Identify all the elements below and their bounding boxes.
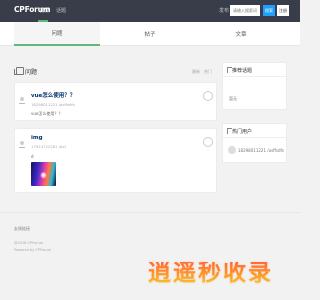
recommended-topics-header: 推荐话题 — [223, 63, 286, 77]
hot-user-name[interactable]: 18298011221 /asffsdfs — [238, 148, 284, 153]
hot-users-header: 热门用户 — [223, 124, 286, 138]
search-input[interactable] — [230, 5, 260, 16]
nav-link-publish[interactable]: 发布 — [219, 7, 229, 14]
like-circle-icon[interactable] — [203, 91, 213, 101]
footer-divider — [0, 212, 300, 213]
post-image-thumbnail[interactable] — [31, 162, 56, 186]
section-header: 问题 最新 热门 — [14, 62, 217, 80]
recommended-topics-empty: 暂无 — [229, 96, 237, 101]
post-excerpt: vue怎么使用？？ — [31, 111, 63, 116]
hot-users-card: 热门用户 18298011221 /asffsdfs — [222, 123, 287, 163]
sort-latest-link[interactable]: 最新 — [192, 69, 200, 75]
author-avatar-underline — [19, 147, 25, 148]
post-excerpt: d — [31, 154, 34, 159]
top-navbar: CPForum 发现 话题 发布 搜索 注册 — [0, 0, 300, 22]
recommended-topics-title: 推荐话题 — [232, 68, 253, 74]
author-avatar-underline — [19, 103, 25, 104]
like-circle-icon[interactable] — [203, 137, 213, 147]
hot-users-title: 热门用户 — [232, 129, 253, 135]
recommended-topics-card: 推荐话题 暂无 — [222, 62, 287, 110]
register-button[interactable]: 注册 — [277, 5, 289, 16]
content-tabs: 问题 帖子 文章 — [0, 22, 300, 46]
post-title[interactable]: img — [31, 135, 43, 141]
watermark-logo: 逍遥秒收录 — [148, 260, 273, 286]
search-button[interactable]: 搜索 — [263, 5, 275, 16]
tab-articles[interactable]: 文章 — [198, 22, 284, 46]
tab-posts[interactable]: 帖子 — [107, 22, 193, 46]
footer-friend-links[interactable]: 友情链接 — [14, 226, 30, 232]
post-meta: 18298011221 /asffsdfs — [31, 102, 75, 107]
user-avatar[interactable] — [228, 146, 236, 154]
section-title: 问题 — [25, 69, 38, 76]
nav-link-discover[interactable]: 发现 — [39, 7, 49, 14]
author-avatar[interactable] — [20, 141, 24, 145]
post-meta: 17914722281 /dsf — [31, 144, 66, 149]
author-avatar[interactable] — [20, 97, 24, 101]
tab-questions[interactable]: 问题 — [14, 22, 100, 46]
question-list-icon — [14, 67, 24, 75]
footer-copyright: @2018 CPForum — [14, 241, 44, 245]
post-card[interactable]: img 17914722281 /dsf d — [14, 128, 217, 193]
nav-link-topics[interactable]: 话题 — [56, 7, 66, 14]
sort-hot-link[interactable]: 热门 — [204, 69, 212, 75]
post-title[interactable]: vue怎么使用？？ — [31, 91, 75, 99]
question-list-panel: 问题 最新 热门 vue怎么使用？？ 18298011221 /asffsdfs… — [14, 62, 217, 193]
post-card[interactable]: vue怎么使用？？ 18298011221 /asffsdfs vue怎么使用？… — [14, 82, 217, 121]
footer-powered: Powered by CPForum — [14, 248, 52, 252]
